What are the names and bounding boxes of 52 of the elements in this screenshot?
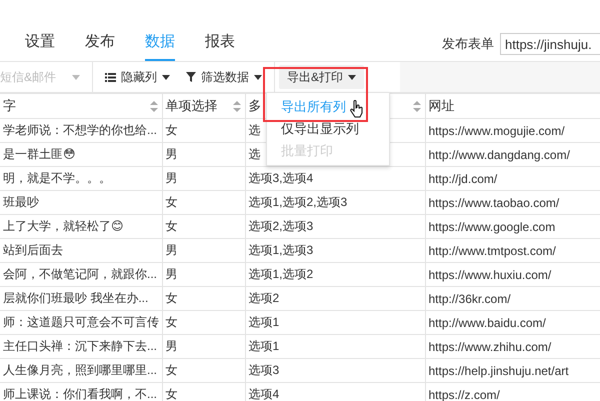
tab[interactable]: 设置 [25,32,55,61]
list-icon [105,72,116,82]
caret-icon [254,74,262,80]
table-cell: 男 [162,142,245,166]
table-cell: 明，就是不学。。。 [0,166,162,190]
table-cell: 选项1 [245,334,425,358]
table-cell: 选项3 [245,358,425,382]
export-button[interactable]: 导出&打印 [279,65,364,89]
table-cell: 层就你们班最吵 我坐在办... [0,286,162,310]
table-cell: 女 [162,214,245,238]
table-cell: 主任口头禅：沉下来静下去... [0,334,162,358]
table-cell: 会阿，不做笔记阿，就跟你... [0,262,162,286]
column-header[interactable]: 字 [0,94,162,118]
table-cell: 选项2,选项3 [245,214,425,238]
table-cell: 男 [162,334,245,358]
column-header[interactable]: 网址 [425,94,600,118]
table-cell: 站到后面去 [0,238,162,262]
sort-icon[interactable] [232,100,240,112]
table-cell: 选项2 [245,286,425,310]
hand-cursor-icon [350,100,364,118]
caret-icon [162,74,170,80]
table-cell: 女 [162,190,245,214]
table-cell: 选项1 [245,310,425,334]
table-cell: 师：这道题只可意会不可言传 [0,310,162,334]
table-cell: 女 [162,358,245,382]
filter-button[interactable]: 筛选数据 [178,65,270,89]
sort-icon[interactable] [150,100,158,112]
table-cell: 男 [162,262,245,286]
caret-icon [348,74,356,80]
hide-columns-button[interactable]: 隐藏列 [97,65,178,89]
tab[interactable]: 报表 [205,32,235,61]
table-cell: 男 [162,166,245,190]
table-cell: 女 [162,118,245,142]
table-cell: 男 [162,238,245,262]
table-cell: 班最吵 [0,190,162,214]
table-cell: 是一群土匪😳 [0,142,162,166]
caret-icon [72,74,80,80]
field-label: 发布表单 [442,35,494,53]
table-cell: 上了大学，就轻松了😊 [0,214,162,238]
tab[interactable]: 发布 [85,32,115,61]
url-field[interactable]: https://jinshuju. [500,33,600,55]
table-cell: 选项1,选项2 [245,262,425,286]
sort-icon[interactable] [412,100,420,112]
menu-item[interactable]: 仅导出显示列 [267,118,389,140]
filter-icon [186,72,196,82]
table-cell: 女 [162,310,245,334]
table-cell: 女 [162,286,245,310]
table-cell: 学老师说：不想学的你也给... [0,118,162,142]
table-cell: 人生像月亮，照到哪里哪里... [0,358,162,382]
table-cell: 选项1,选项3 [245,238,425,262]
table-cell: 选项1,选项2,选项3 [245,190,425,214]
column-header[interactable]: 单项选择 [162,94,245,118]
